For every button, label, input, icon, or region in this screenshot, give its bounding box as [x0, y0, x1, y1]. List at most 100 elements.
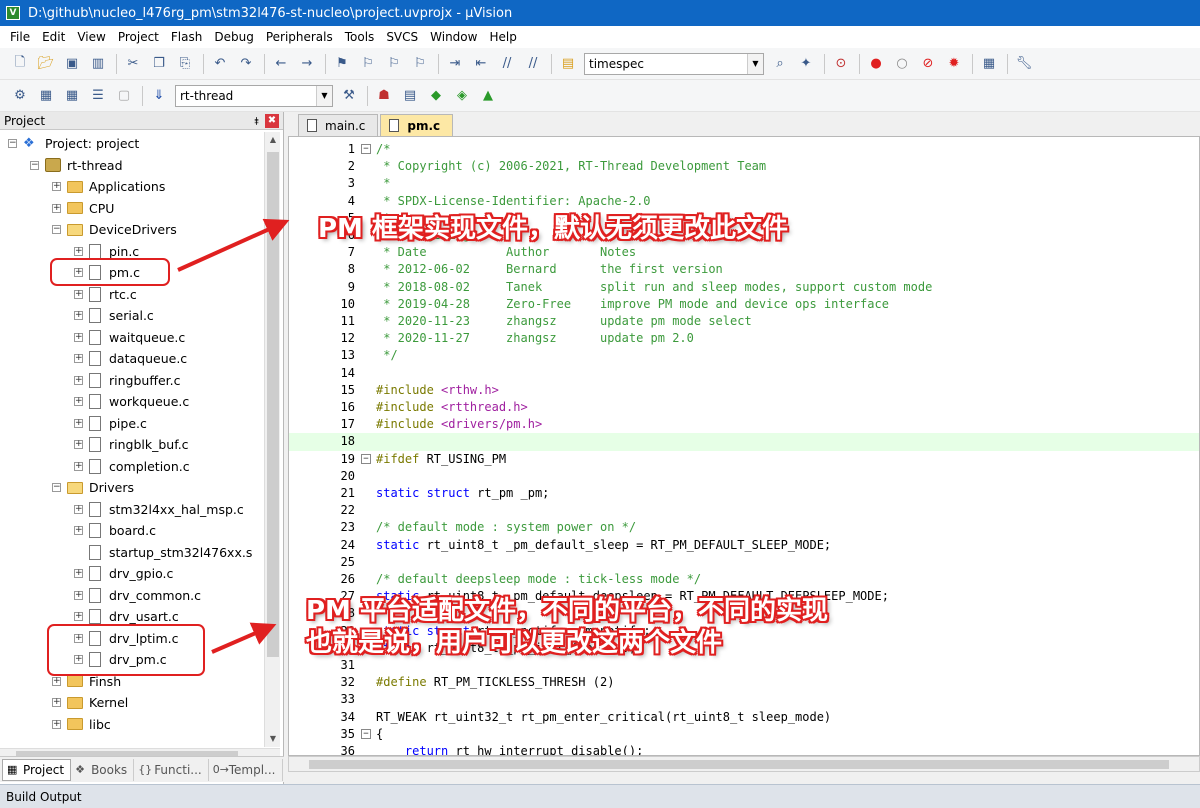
manage-project-items-icon[interactable]: ☗	[374, 86, 394, 106]
save-all-icon[interactable]: ▥	[88, 54, 108, 74]
run-time-env-icon[interactable]: ▲	[478, 86, 498, 106]
expand-icon[interactable]: +	[74, 311, 83, 320]
tree-item[interactable]: + drv_common.c	[74, 585, 201, 606]
scroll-up-icon[interactable]: ▲	[265, 132, 281, 148]
unindent-icon[interactable]: ⇤	[471, 54, 491, 74]
expand-icon[interactable]: +	[74, 612, 83, 621]
tree-item[interactable]: + ringbuffer.c	[74, 370, 180, 391]
build-icon[interactable]: ▦	[36, 86, 56, 106]
build-output-bar[interactable]: Build Output	[0, 784, 1200, 808]
menu-edit[interactable]: Edit	[36, 26, 71, 48]
tree-item[interactable]: + Kernel	[52, 692, 128, 713]
code-line[interactable]: 34 RT_WEAK rt_uint32_t rt_pm_enter_critic…	[289, 709, 1199, 726]
code-line[interactable]: 12 * 2020-11-27 zhangsz update pm 2.0	[289, 330, 1199, 347]
code-line[interactable]: 14	[289, 365, 1199, 382]
code-line[interactable]: 35−{	[289, 726, 1199, 743]
menu-window[interactable]: Window	[424, 26, 483, 48]
menu-svcs[interactable]: SVCS	[380, 26, 424, 48]
rebuild-icon[interactable]: ▦	[62, 86, 82, 106]
panel-tab[interactable]: ▦ Project	[2, 758, 72, 781]
expand-icon[interactable]: +	[74, 375, 83, 385]
find-in-files-icon[interactable]: ▤	[558, 54, 578, 74]
new-file-icon[interactable]: 🗋	[10, 54, 30, 74]
select-packs-icon[interactable]: ◆	[426, 86, 446, 106]
stop-build-icon[interactable]: ▢	[114, 86, 134, 106]
menu-project[interactable]: Project	[112, 26, 165, 48]
menu-tools[interactable]: Tools	[339, 26, 381, 48]
collapse-icon[interactable]: −	[52, 225, 61, 234]
fold-toggle-icon[interactable]: −	[361, 144, 371, 154]
expand-icon[interactable]: +	[74, 526, 83, 535]
scroll-down-icon[interactable]: ▼	[265, 731, 281, 747]
menu-view[interactable]: View	[71, 26, 111, 48]
expand-icon[interactable]: +	[74, 289, 83, 299]
tree-item[interactable]: startup_stm32l476xx.s	[74, 542, 252, 563]
find-combo[interactable]: timespec ▼	[584, 52, 764, 75]
tree-item[interactable]: + serial.c	[74, 305, 154, 326]
code-line[interactable]: 8 * 2012-06-02 Bernard the first version	[289, 261, 1199, 278]
batch-build-icon[interactable]: ☰	[88, 86, 108, 106]
code-line[interactable]: 22	[289, 502, 1199, 519]
tree-item[interactable]: − rt-thread	[30, 155, 123, 176]
expand-icon[interactable]: +	[74, 504, 83, 514]
fold-toggle-icon[interactable]: −	[361, 728, 371, 739]
code-line[interactable]: 24 static rt_uint8_t _pm_default_sleep = …	[289, 537, 1199, 554]
save-icon[interactable]: ▣	[62, 54, 82, 74]
code-line[interactable]: 33	[289, 691, 1199, 708]
window-layout-icon[interactable]: ▦	[979, 54, 999, 74]
code-line[interactable]: 9 * 2018-08-02 Tanek split run and sleep…	[289, 279, 1199, 296]
expand-icon[interactable]: +	[74, 354, 83, 363]
expand-icon[interactable]: +	[74, 332, 83, 342]
expand-icon[interactable]: +	[74, 590, 83, 600]
clear-bookmarks-icon[interactable]: ⚐	[410, 54, 430, 74]
code-line[interactable]: 15 #include <rthw.h>	[289, 382, 1199, 399]
collapse-icon[interactable]: −	[30, 160, 39, 170]
panel-tab[interactable]: {} Functi...	[134, 758, 209, 781]
navigate-back-icon[interactable]: ←	[271, 54, 291, 74]
menu-file[interactable]: File	[4, 26, 36, 48]
navigate-forward-icon[interactable]: →	[297, 54, 317, 74]
editor-tab[interactable]: pm.c	[380, 114, 454, 136]
code-line[interactable]: 11 * 2020-11-23 zhangsz update pm mode s…	[289, 313, 1199, 330]
code-line[interactable]: 26 /* default deepsleep mode : tick-less …	[289, 571, 1199, 588]
incremental-find-icon[interactable]: ✦	[796, 54, 816, 74]
uncomment-icon[interactable]: //	[523, 54, 543, 74]
expand-icon[interactable]: +	[74, 569, 83, 578]
scroll-thumb[interactable]	[309, 760, 1169, 769]
expand-icon[interactable]: +	[74, 418, 83, 428]
tree-item[interactable]: − Drivers	[52, 477, 134, 498]
kill-breakpoints-icon[interactable]: ✹	[944, 54, 964, 74]
target-select[interactable]: rt-thread ▼	[175, 84, 333, 107]
undo-icon[interactable]: ↶	[210, 54, 230, 74]
tree-vertical-scrollbar[interactable]: ▲ ▼	[264, 132, 280, 747]
tree-item[interactable]: + ringblk_buf.c	[74, 434, 189, 455]
tree-item[interactable]: + CPU	[52, 198, 114, 219]
code-line[interactable]: 17 #include <drivers/pm.h>	[289, 416, 1199, 433]
expand-icon[interactable]: +	[52, 698, 61, 707]
menu-flash[interactable]: Flash	[165, 26, 208, 48]
code-line[interactable]: 10 * 2019-04-28 Zero-Free improve PM mod…	[289, 296, 1199, 313]
fold-toggle-icon[interactable]: −	[361, 453, 371, 464]
expand-icon[interactable]: +	[74, 397, 83, 406]
code-line[interactable]: 23 /* default mode : system power on */	[289, 519, 1199, 536]
bookmark-icon[interactable]: ⚑	[332, 54, 352, 74]
redo-icon[interactable]: ↷	[236, 54, 256, 74]
insert-breakpoint-icon[interactable]: ●	[866, 54, 886, 74]
chevron-down-icon[interactable]: ▼	[316, 85, 332, 106]
tree-item[interactable]: + libc	[52, 714, 111, 735]
open-file-icon[interactable]: 📂︎	[36, 54, 56, 74]
editor-tab[interactable]: main.c	[298, 114, 379, 136]
expand-icon[interactable]: +	[74, 461, 83, 471]
tree-item[interactable]: + completion.c	[74, 456, 190, 477]
code-line[interactable]: 25	[289, 554, 1199, 571]
panel-tab[interactable]: ❖ Books	[71, 758, 135, 781]
close-icon[interactable]: ✖	[265, 114, 279, 128]
indent-icon[interactable]: ⇥	[445, 54, 465, 74]
tree-item[interactable]: + Applications	[52, 176, 165, 197]
code-line[interactable]: 13 */	[289, 347, 1199, 364]
cut-icon[interactable]: ✂	[123, 54, 143, 74]
tree-item[interactable]: − DeviceDrivers	[52, 219, 177, 240]
tree-item[interactable]: + pipe.c	[74, 413, 147, 434]
code-line[interactable]: 3 *	[289, 175, 1199, 192]
next-bookmark-icon[interactable]: ⚐	[384, 54, 404, 74]
